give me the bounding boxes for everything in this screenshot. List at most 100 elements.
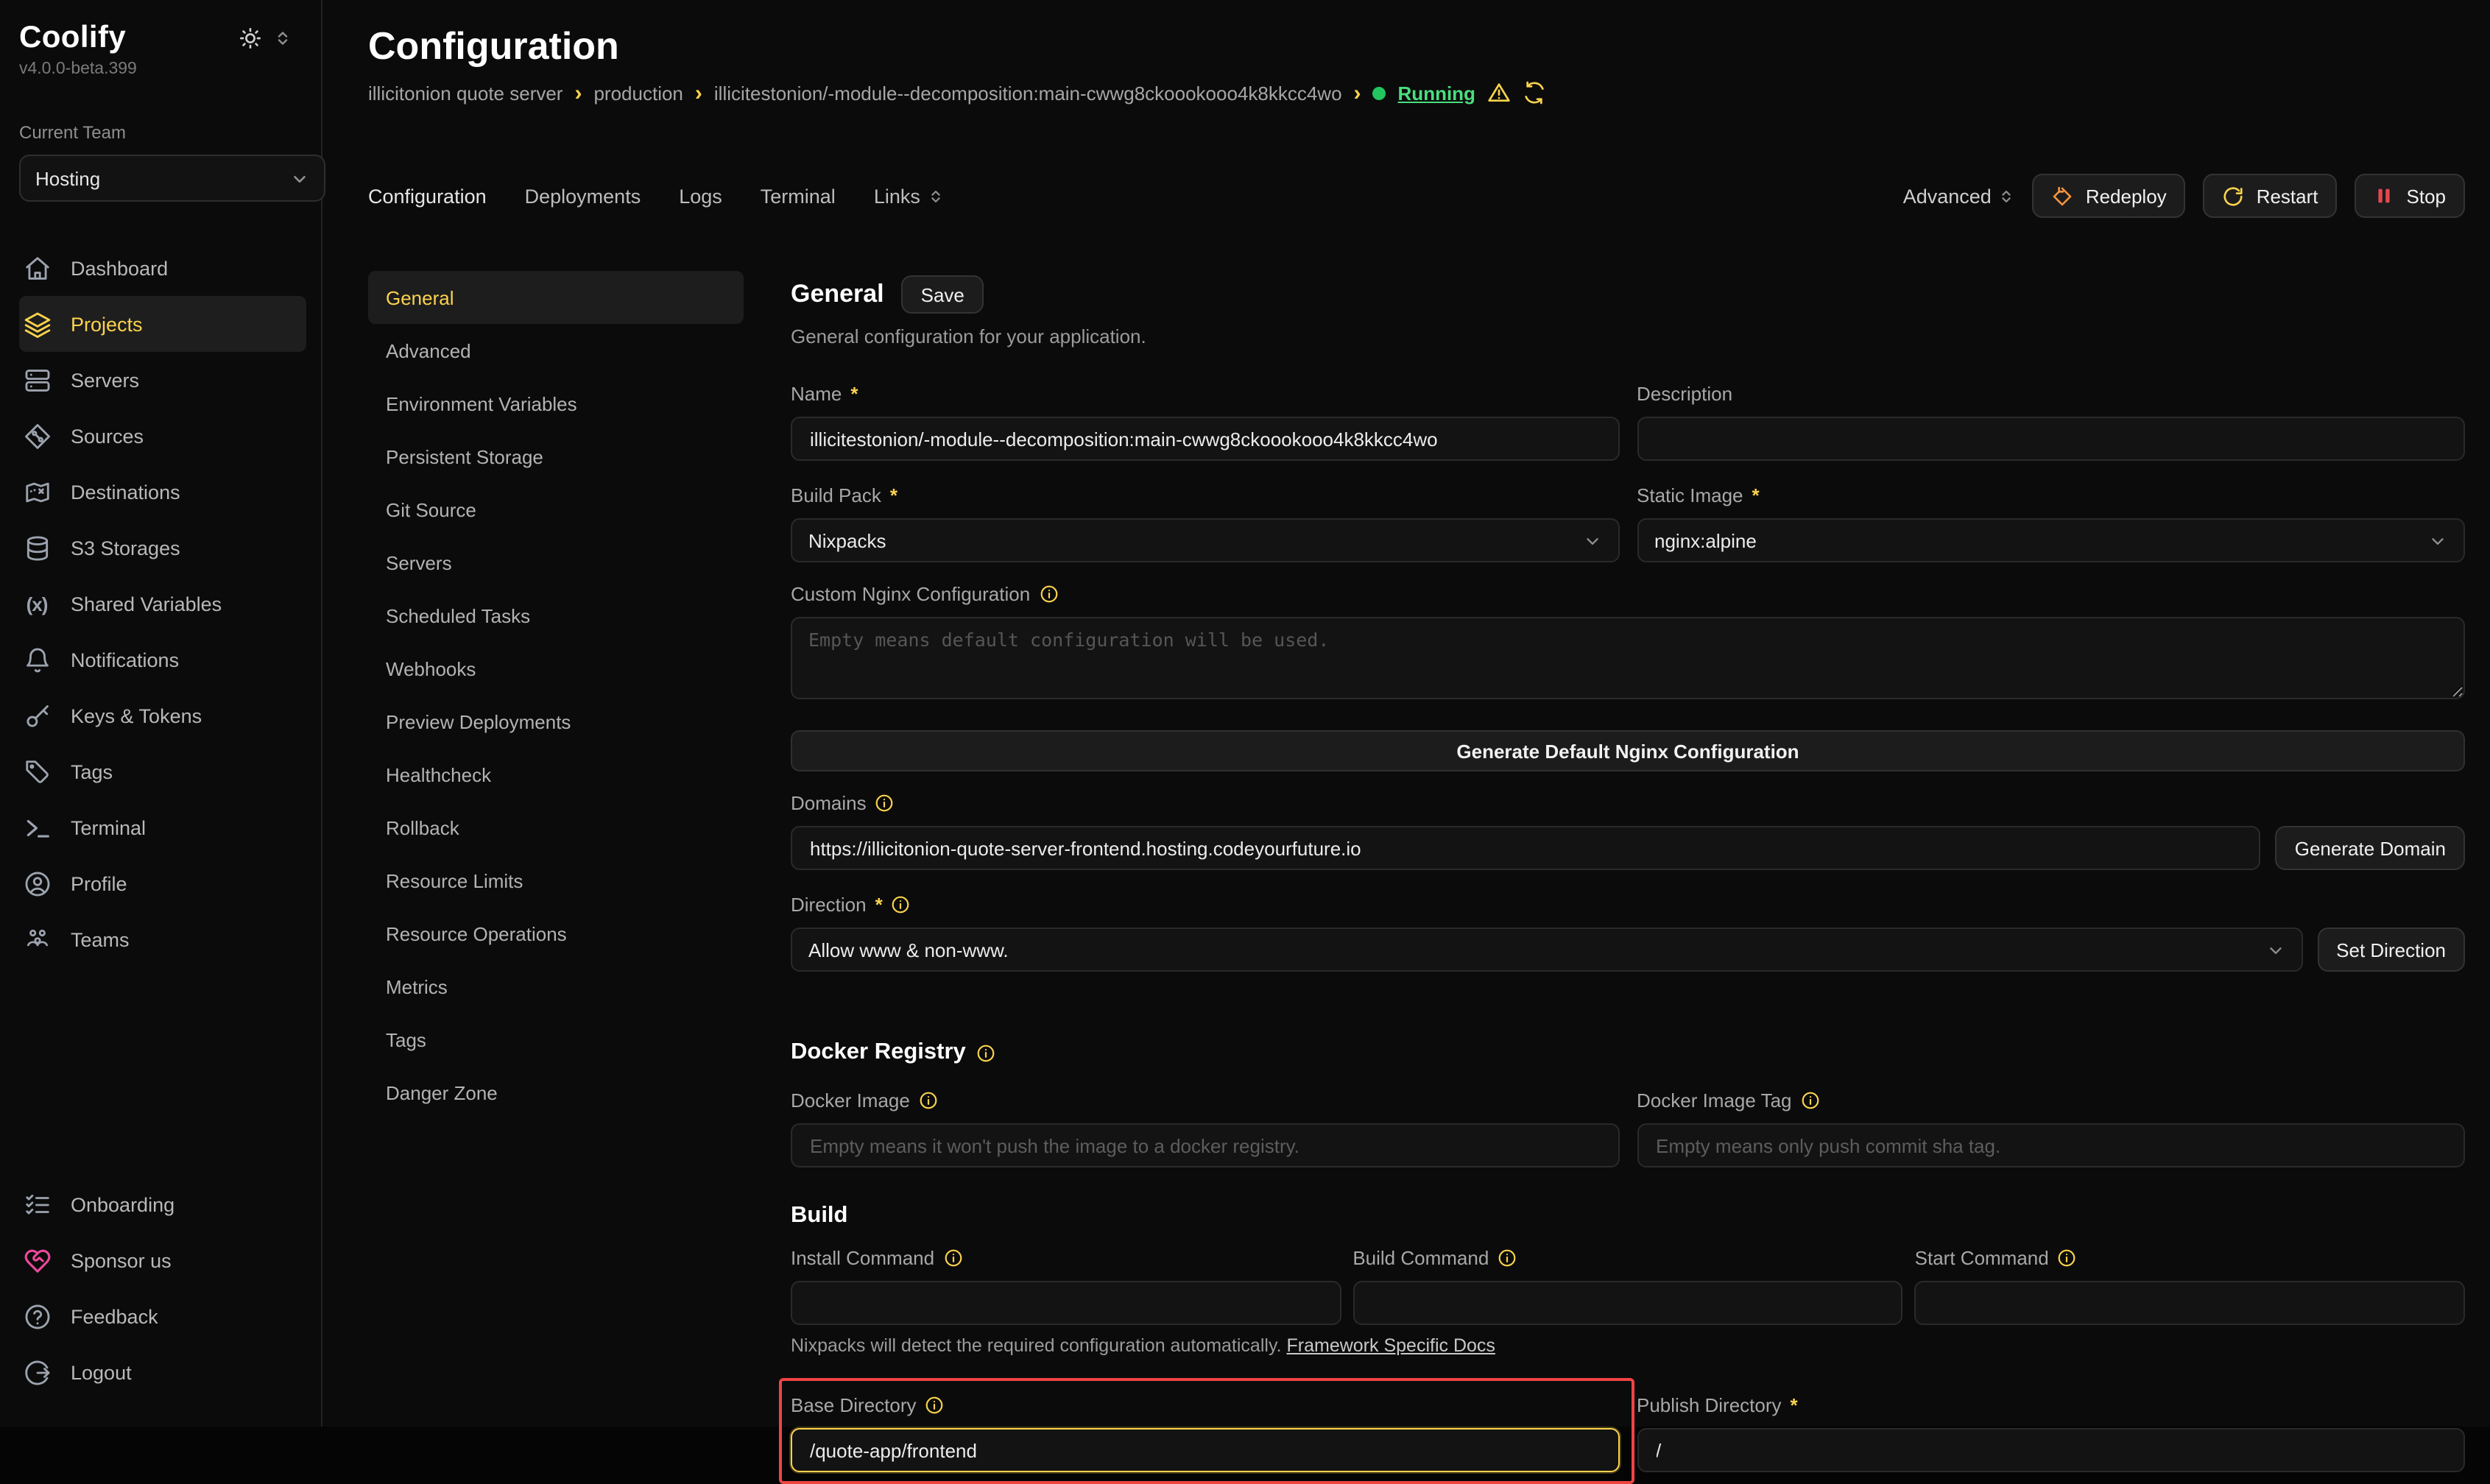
sidebar-item-feedback[interactable]: Feedback <box>19 1288 306 1344</box>
direction-field-group: Direction* Allow www & non-www. Set Dire… <box>791 891 2465 972</box>
theme-sun-icon[interactable] <box>239 26 262 50</box>
sidebar-item-terminal[interactable]: Terminal <box>19 799 306 855</box>
set-direction-button[interactable]: Set Direction <box>2317 928 2465 972</box>
sidebar-item-onboarding[interactable]: Onboarding <box>19 1176 306 1232</box>
sidebar-item-s3-storages[interactable]: S3 Storages <box>19 520 306 576</box>
heart-handshake-icon <box>22 1246 52 1274</box>
build-pack-select[interactable]: Nixpacks <box>791 518 1619 562</box>
subnav-item-servers[interactable]: Servers <box>368 536 744 589</box>
section-subtitle: General configuration for your applicati… <box>791 325 2465 347</box>
info-icon[interactable] <box>943 1248 962 1267</box>
docker-image-tag-input[interactable] <box>1637 1123 2465 1167</box>
direction-select[interactable]: Allow www & non-www. <box>791 928 2302 972</box>
install-command-input[interactable] <box>791 1281 1341 1325</box>
info-icon[interactable] <box>976 1043 995 1062</box>
tab-configuration[interactable]: Configuration <box>368 185 487 207</box>
sidebar-footer-nav: Onboarding Sponsor us Feedback Logout <box>19 1176 306 1400</box>
redeploy-icon <box>2052 185 2074 207</box>
breadcrumb-project[interactable]: illicitonion quote server <box>368 82 562 104</box>
info-icon[interactable] <box>2058 1248 2077 1267</box>
info-icon[interactable] <box>1801 1090 1820 1109</box>
build-command-input[interactable] <box>1352 1281 1902 1325</box>
subnav-item-danger-zone[interactable]: Danger Zone <box>368 1066 744 1119</box>
start-command-input[interactable] <box>1915 1281 2465 1325</box>
static-image-field-group: Static Image* nginx:alpine <box>1637 481 2465 562</box>
subnav-item-healthcheck[interactable]: Healthcheck <box>368 748 744 801</box>
section-title-general: General <box>791 280 884 309</box>
info-icon[interactable] <box>1039 584 1058 603</box>
publish-directory-input[interactable] <box>1637 1428 2465 1472</box>
sidebar-item-profile[interactable]: Profile <box>19 855 306 911</box>
advanced-dropdown[interactable]: Advanced <box>1903 185 2015 207</box>
sidebar-item-teams[interactable]: Teams <box>19 911 306 967</box>
subnav-item-general[interactable]: General <box>368 271 744 324</box>
refresh-icon[interactable] <box>1523 81 1546 105</box>
subnav-item-scheduled-tasks[interactable]: Scheduled Tasks <box>368 589 744 642</box>
configuration-body: General Advanced Environment Variables P… <box>368 271 2465 1427</box>
sidebar-item-shared-variables[interactable]: (x) Shared Variables <box>19 576 306 632</box>
subnav-item-git-source[interactable]: Git Source <box>368 483 744 536</box>
sidebar-item-label: Terminal <box>71 816 146 838</box>
subnav-item-tags[interactable]: Tags <box>368 1013 744 1066</box>
info-icon[interactable] <box>919 1090 938 1109</box>
static-image-select[interactable]: nginx:alpine <box>1637 518 2465 562</box>
info-icon[interactable] <box>925 1395 945 1414</box>
sidebar-item-notifications[interactable]: Notifications <box>19 632 306 688</box>
sidebar-item-dashboard[interactable]: Dashboard <box>19 240 306 296</box>
subnav-item-metrics[interactable]: Metrics <box>368 960 744 1013</box>
sidebar-item-tags[interactable]: Tags <box>19 743 306 799</box>
subnav-item-webhooks[interactable]: Webhooks <box>368 642 744 695</box>
sidebar-item-sponsor-us[interactable]: Sponsor us <box>19 1232 306 1288</box>
restart-button[interactable]: Restart <box>2204 174 2338 218</box>
docker-image-tag-label: Docker Image Tag <box>1637 1089 1792 1111</box>
chevrons-up-down-icon[interactable] <box>274 29 292 47</box>
breadcrumb-separator: › <box>574 82 582 104</box>
sidebar-item-sources[interactable]: Sources <box>19 408 306 464</box>
docker-image-input[interactable] <box>791 1123 1619 1167</box>
install-command-label: Install Command <box>791 1246 934 1268</box>
sidebar-item-label: Tags <box>71 760 113 782</box>
save-button[interactable]: Save <box>902 275 984 314</box>
subnav-item-preview-deployments[interactable]: Preview Deployments <box>368 695 744 748</box>
sidebar-item-projects[interactable]: Projects <box>19 296 306 352</box>
subnav-item-advanced[interactable]: Advanced <box>368 324 744 377</box>
home-icon <box>22 254 52 282</box>
tab-terminal[interactable]: Terminal <box>761 185 836 207</box>
warning-icon[interactable] <box>1487 81 1511 105</box>
name-input[interactable] <box>791 417 1619 461</box>
status-badge[interactable]: Running <box>1398 82 1475 104</box>
build-pack-value: Nixpacks <box>808 529 886 551</box>
sidebar-item-label: S3 Storages <box>71 537 180 559</box>
tab-deployments[interactable]: Deployments <box>525 185 641 207</box>
restart-icon <box>2223 185 2245 207</box>
domains-input[interactable] <box>791 826 2261 870</box>
info-icon[interactable] <box>892 894 911 914</box>
subnav-item-persistent-storage[interactable]: Persistent Storage <box>368 430 744 483</box>
required-marker: * <box>875 893 883 915</box>
breadcrumb-application[interactable]: illicitestonion/-module--decomposition:m… <box>714 82 1342 104</box>
generate-nginx-button[interactable]: Generate Default Nginx Configuration <box>791 730 2465 771</box>
team-select[interactable]: Hosting <box>19 155 325 202</box>
sidebar-item-keys-tokens[interactable]: Keys & Tokens <box>19 688 306 743</box>
breadcrumb-environment[interactable]: production <box>593 82 683 104</box>
breadcrumb-separator: › <box>695 82 702 104</box>
subnav-item-environment-variables[interactable]: Environment Variables <box>368 377 744 430</box>
framework-docs-link[interactable]: Framework Specific Docs <box>1287 1335 1495 1356</box>
custom-nginx-textarea[interactable] <box>791 617 2465 699</box>
subnav-item-rollback[interactable]: Rollback <box>368 801 744 854</box>
base-directory-input[interactable] <box>791 1428 1619 1472</box>
tab-logs[interactable]: Logs <box>679 185 722 207</box>
subnav-item-resource-limits[interactable]: Resource Limits <box>368 854 744 907</box>
tab-links[interactable]: Links <box>874 185 944 207</box>
info-icon[interactable] <box>1498 1248 1517 1267</box>
description-input[interactable] <box>1637 417 2465 461</box>
stop-button[interactable]: Stop <box>2355 174 2466 218</box>
sidebar-item-logout[interactable]: Logout <box>19 1344 306 1400</box>
key-icon <box>22 702 52 729</box>
subnav-item-resource-operations[interactable]: Resource Operations <box>368 907 744 960</box>
redeploy-button[interactable]: Redeploy <box>2033 174 2186 218</box>
sidebar-item-destinations[interactable]: Destinations <box>19 464 306 520</box>
sidebar-item-servers[interactable]: Servers <box>19 352 306 408</box>
generate-domain-button[interactable]: Generate Domain <box>2276 826 2465 870</box>
info-icon[interactable] <box>875 793 895 812</box>
